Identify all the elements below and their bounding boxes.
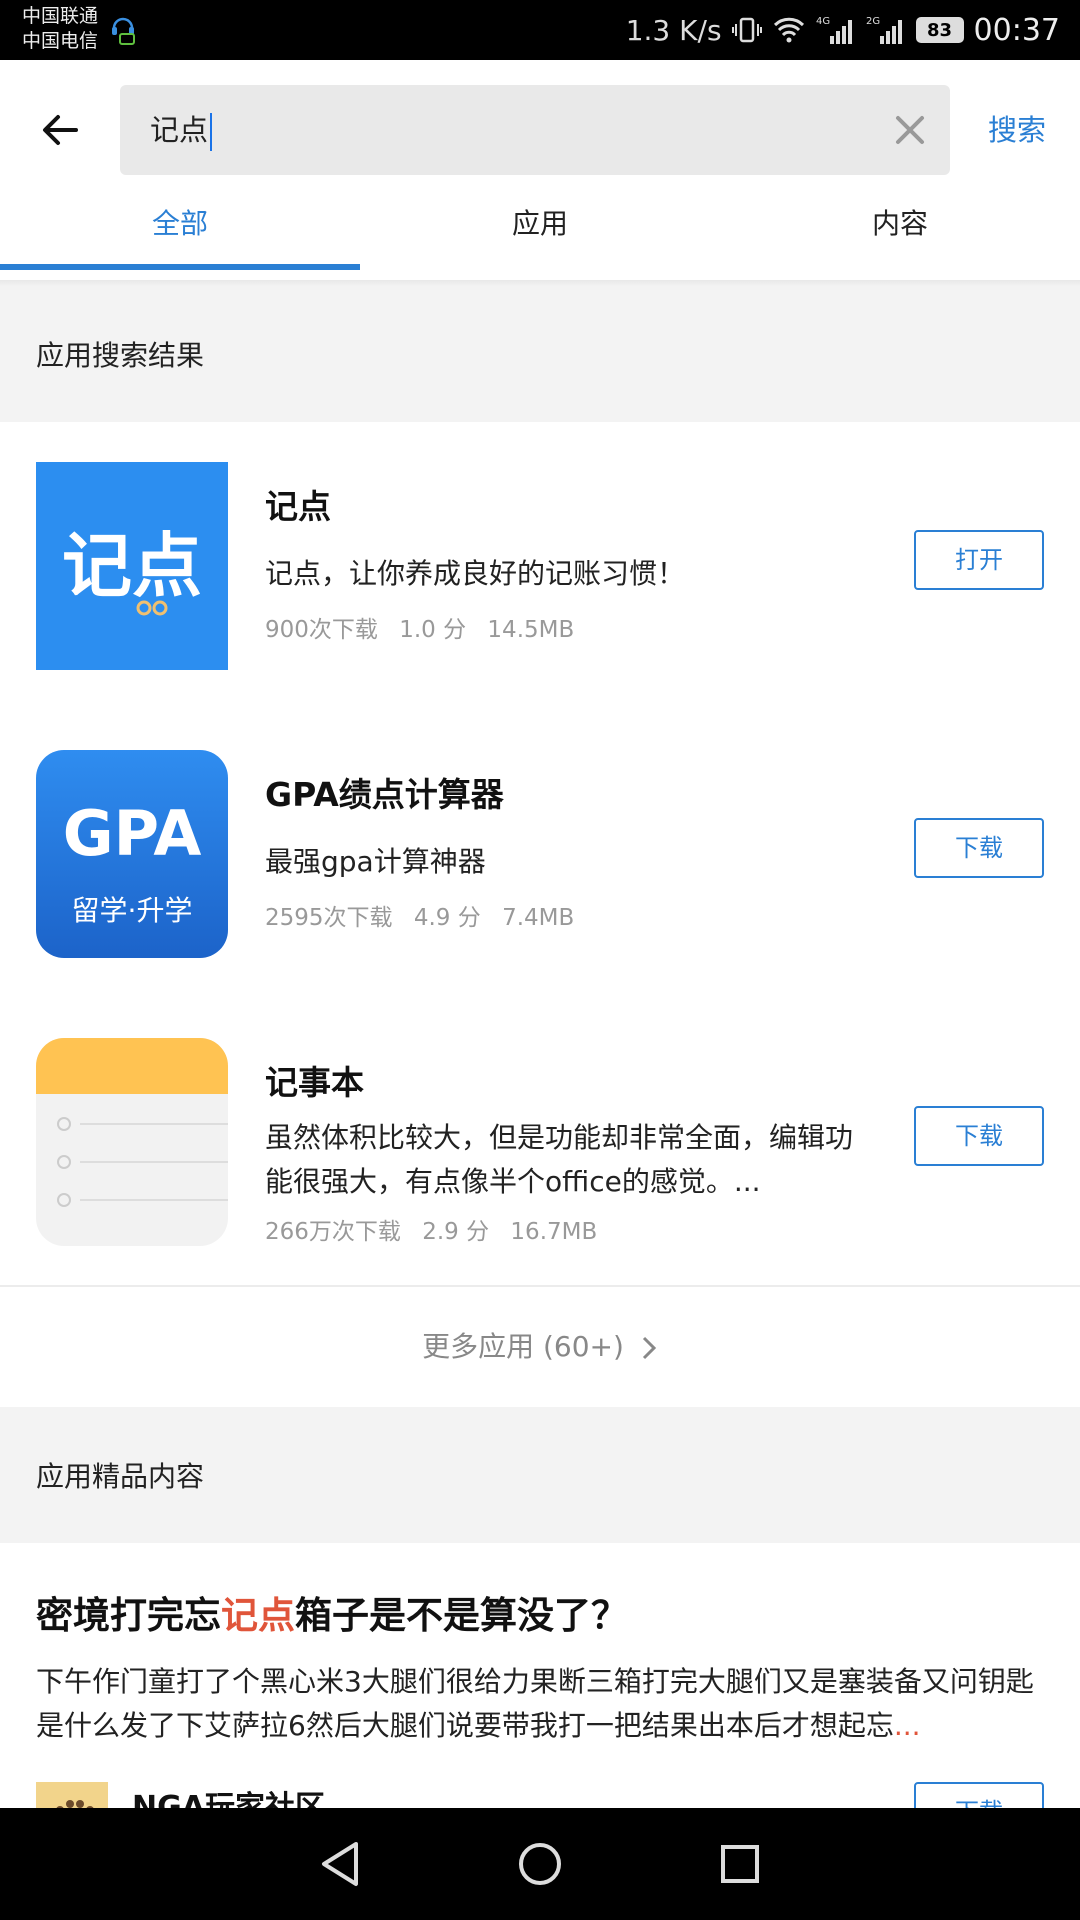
app-description: 虽然体积比较大，但是功能却非常全面，编辑功能很强大，有点像半个office的感觉…	[265, 1121, 854, 1198]
app-meta: 900次下载 1.0 分 14.5MB	[265, 610, 588, 644]
app-size: 16.7MB	[510, 1219, 598, 1245]
app-size: 7.4MB	[502, 905, 575, 931]
app-list-item[interactable]: 记点 记点 记点，让你养成良好的记账习惯！ 900次下载 1.0 分 14.5M…	[0, 462, 1080, 722]
search-header: 记点 搜索 全部 应用 内容	[0, 60, 1080, 270]
app-name: 记事本	[265, 1063, 364, 1102]
arrow-left-icon	[43, 115, 78, 145]
text-caret	[210, 113, 213, 151]
apps-section-title: 应用搜索结果	[0, 286, 1080, 422]
nav-back-button[interactable]	[310, 1834, 370, 1894]
app-size: 14.5MB	[487, 617, 575, 643]
signal-4g-icon: 4G	[816, 16, 852, 44]
circle-home-icon	[519, 1843, 561, 1885]
back-button[interactable]	[30, 100, 90, 160]
download-button[interactable]: 下载	[914, 818, 1044, 878]
tab-bar: 全部 应用 内容	[0, 190, 1080, 270]
more-apps-link[interactable]: 更多应用 (60+)	[0, 1287, 1080, 1407]
carrier-1: 中国联通	[22, 5, 99, 27]
download-button[interactable]: 下载	[914, 1106, 1044, 1166]
app-rating: 4.9 分	[413, 905, 481, 931]
app-list-item[interactable]: 记事本 虽然体积比较大，但是功能却非常全面，编辑功能很强大，有点像半个offic…	[0, 1038, 1080, 1298]
clock: 00:37	[973, 12, 1060, 48]
net-speed: 1.3 K/s	[625, 13, 722, 47]
article-title-highlight: 记点	[221, 1594, 295, 1637]
gpa-app-icon: GPA 留学·升学	[36, 750, 228, 958]
status-bar: 中国联通 中国电信 1.3 K/s 4G 2G 83 00:37	[0, 0, 1080, 60]
app-rating: 2.9 分	[422, 1219, 490, 1245]
open-button[interactable]: 打开	[914, 530, 1044, 590]
chevron-right-icon	[642, 1336, 657, 1360]
more-apps-label: 更多应用 (60+)	[422, 1330, 624, 1363]
article-ellipsis: ...	[893, 1709, 921, 1742]
status-right: 1.3 K/s 4G 2G 83 00:37	[626, 0, 1060, 60]
search-submit-button[interactable]: 搜索	[988, 100, 1046, 160]
tab-all[interactable]: 全部	[0, 190, 360, 270]
navigation-bar	[0, 1808, 1080, 1920]
nav-home-button[interactable]	[510, 1834, 570, 1894]
app-icon-text: GPA	[63, 797, 202, 870]
carrier-info: 中国联通 中国电信	[22, 4, 98, 54]
wifi-icon	[773, 17, 804, 43]
carrier-2: 中国电信	[22, 30, 99, 52]
article-title[interactable]: 密境打完忘记点箱子是不是算没了？	[36, 1585, 628, 1639]
tab-apps[interactable]: 应用	[360, 190, 720, 270]
clear-icon[interactable]	[890, 110, 930, 150]
app-list-item[interactable]: GPA 留学·升学 GPA绩点计算器 最强gpa计算神器 2595次下载 4.9…	[0, 750, 1080, 1010]
search-value-wrap: 记点	[150, 85, 213, 175]
tab-content[interactable]: 内容	[720, 190, 1080, 270]
article-title-after: 箱子是不是算没了？	[295, 1594, 628, 1637]
article-excerpt[interactable]: 下午作门童打了个黑心米3大腿们很给力果断三箱打完大腿们又是塞装备又问钥匙是什么发…	[36, 1660, 1046, 1748]
search-query-text: 记点	[150, 113, 209, 147]
app-name: 记点	[265, 487, 331, 526]
app-name: GPA绩点计算器	[265, 775, 504, 814]
app-downloads: 900次下载	[265, 617, 378, 643]
svg-text:2G: 2G	[866, 16, 880, 27]
signal-2g-icon: 2G	[866, 16, 902, 44]
app-description: 最强gpa计算神器	[265, 845, 486, 878]
article-title-before: 密境打完忘	[36, 1594, 221, 1637]
square-recents-icon	[721, 1845, 759, 1883]
svg-text:4G: 4G	[816, 16, 830, 27]
battery-icon: 83	[915, 17, 964, 43]
notepad-app-icon	[36, 1038, 228, 1246]
app-rating: 1.0 分	[399, 617, 467, 643]
app-description: 记点，让你养成良好的记账习惯！	[265, 557, 686, 590]
app-icon-subtext: 留学·升学	[72, 894, 193, 927]
app-meta: 2595次下载 4.9 分 7.4MB	[265, 898, 588, 932]
content-section-title: 应用精品内容	[0, 1407, 1080, 1543]
app-downloads: 2595次下载	[265, 905, 393, 931]
app-meta: 266万次下载 2.9 分 16.7MB	[265, 1212, 611, 1246]
search-input[interactable]: 记点	[120, 85, 950, 175]
article-body-text: 下午作门童打了个黑心米3大腿们很给力果断三箱打完大腿们又是塞装备又问钥匙是什么发…	[36, 1665, 1034, 1742]
hd-call-icon	[112, 17, 135, 45]
jidian-app-icon: 记点	[36, 462, 228, 670]
vibrate-icon	[731, 17, 762, 43]
app-downloads: 266万次下载	[265, 1219, 401, 1245]
app-icon-text: 记点	[62, 525, 202, 607]
nav-recents-button[interactable]	[710, 1834, 770, 1894]
triangle-back-icon	[322, 1842, 358, 1886]
